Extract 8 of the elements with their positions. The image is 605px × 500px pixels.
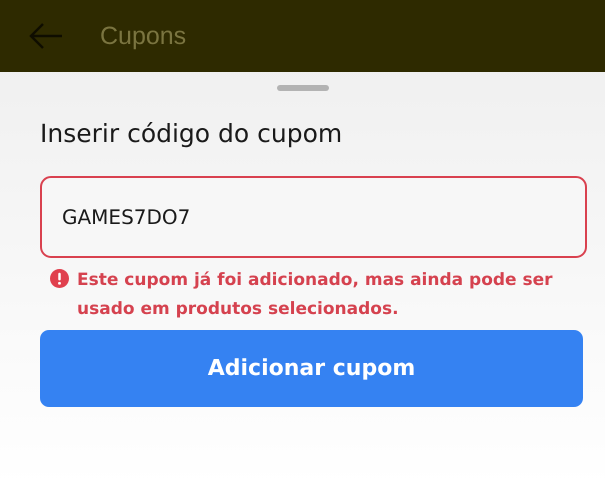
coupon-code-field[interactable]: GAMES7DO7 [40, 176, 587, 258]
page-title: Cupons [100, 22, 186, 50]
error-icon [50, 269, 69, 288]
add-coupon-button[interactable]: Adicionar cupom [40, 330, 583, 407]
error-message: Este cupom já foi adicionado, mas ainda pode ser usado em produtos selecionados. [77, 269, 554, 321]
sheet-title: Inserir código do cupom [40, 119, 344, 148]
drag-handle[interactable] [276, 85, 328, 91]
back-arrow-icon[interactable] [28, 22, 64, 50]
